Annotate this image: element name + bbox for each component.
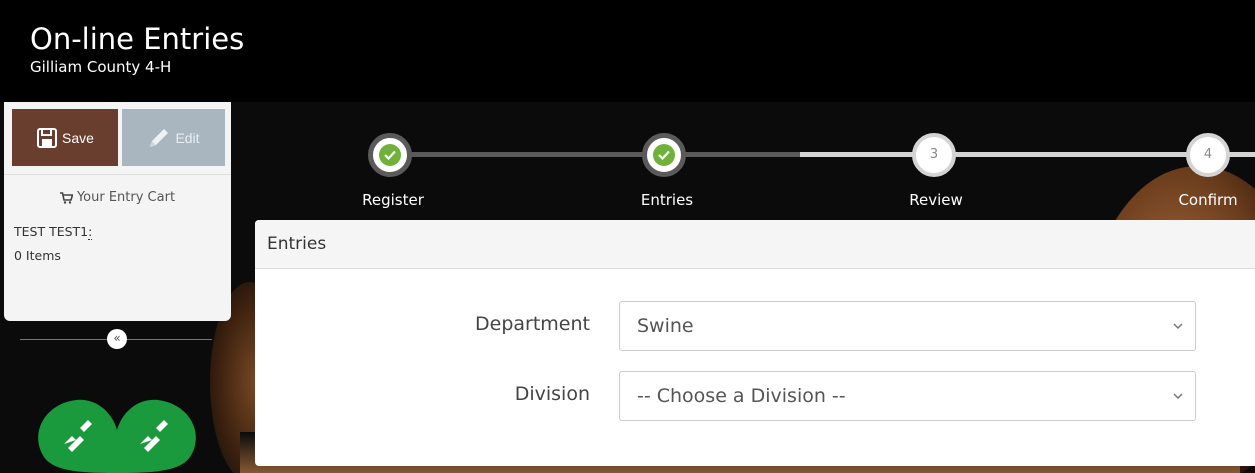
step-entries-label: Entries: [640, 191, 694, 209]
step-register-indicator: [368, 133, 412, 177]
step-review-label: Review: [909, 191, 963, 209]
division-selected-value: -- Choose a Division --: [637, 385, 846, 407]
sidebar-divider: [4, 174, 231, 175]
chevron-down-icon: [1173, 372, 1183, 440]
division-label: Division: [514, 383, 590, 405]
cart-item-count: 0 Items: [14, 248, 61, 263]
page-subtitle: Gilliam County 4-H: [30, 58, 172, 76]
entries-panel: Entries Department Swine Division -- Cho…: [255, 220, 1255, 466]
checkmark-icon: [658, 150, 670, 160]
checkmark-icon: [384, 150, 396, 160]
edit-button-label: Edit: [175, 129, 200, 146]
sidebar-collapse-button[interactable]: «: [107, 329, 127, 349]
participant-name[interactable]: TEST TEST1:: [14, 224, 93, 240]
step-confirm-label: Confirm: [1178, 191, 1238, 209]
stepper-progress-complete: [390, 152, 800, 157]
save-button-label: Save: [62, 129, 94, 146]
department-selected-value: Swine: [637, 315, 694, 337]
entry-cart-title-text: Your Entry Cart: [76, 190, 176, 205]
chevron-down-icon: [1173, 302, 1183, 370]
step-register-label: Register: [362, 191, 424, 209]
department-select[interactable]: Swine: [619, 301, 1196, 351]
division-row: Division -- Choose a Division --: [255, 371, 1255, 421]
step-entries-indicator: [642, 133, 686, 177]
pencil-icon: [150, 128, 169, 147]
step-confirm-indicator: 4: [1186, 133, 1230, 177]
floppy-disk-icon: [37, 127, 58, 148]
entries-panel-title: Entries: [255, 220, 1255, 269]
division-select[interactable]: -- Choose a Division --: [619, 371, 1196, 421]
shopping-cart-icon: [59, 191, 73, 204]
entry-sidebar: Save Edit Your Entry Cart TEST TEST1: 0 …: [4, 102, 231, 321]
participant-name-suffix: :: [88, 224, 93, 240]
entry-cart-title: Your Entry Cart: [4, 190, 231, 205]
page-title: On-line Entries: [30, 22, 245, 56]
step-review-indicator: 3: [912, 133, 956, 177]
save-button[interactable]: Save: [12, 109, 118, 166]
department-label: Department: [475, 313, 590, 335]
4h-clover-logo: [38, 399, 196, 473]
app-header: On-line Entries Gilliam County 4-H: [0, 0, 1255, 102]
department-row: Department Swine: [255, 301, 1255, 351]
participant-name-text: TEST TEST1: [14, 224, 89, 239]
edit-button[interactable]: Edit: [122, 109, 225, 166]
